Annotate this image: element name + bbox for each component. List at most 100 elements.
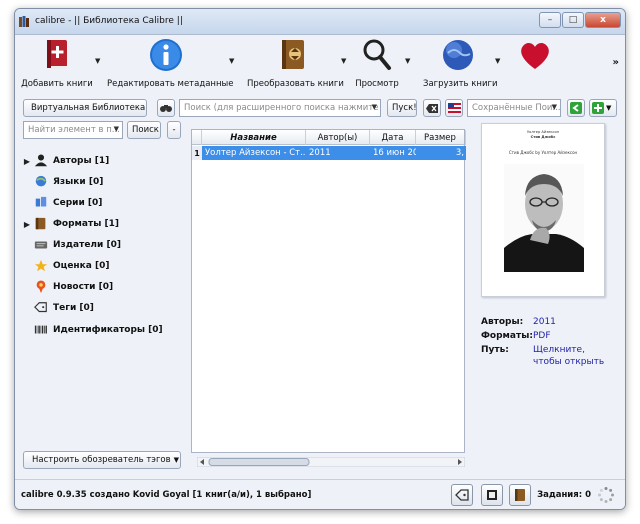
languages-icon bbox=[35, 175, 47, 187]
book-cover[interactable]: Уолтер Айзексон Стив Джобс Стив Джобс by… bbox=[481, 123, 605, 297]
edit-metadata-button[interactable]: Редактировать метаданные bbox=[107, 37, 234, 89]
tag-find-placeholder: Найти элемент в п... bbox=[28, 125, 120, 135]
path-link-1[interactable]: Щелкните, bbox=[533, 345, 585, 355]
close-button[interactable]: x bbox=[585, 12, 621, 28]
authors-link[interactable]: 2011 bbox=[533, 317, 556, 327]
authors-label: Авторы: bbox=[481, 317, 524, 327]
search-go-button[interactable]: Пуск! bbox=[387, 99, 417, 117]
search-history-dropdown[interactable]: ▼ bbox=[372, 103, 377, 111]
title-bar[interactable]: calibre - || Библиотека Calibre || – □ x bbox=[15, 9, 625, 35]
cell-authors[interactable]: 2011 bbox=[306, 146, 370, 160]
spinner-icon bbox=[598, 487, 614, 503]
get-books-dropdown[interactable]: ▼ bbox=[495, 57, 500, 65]
view-dropdown[interactable]: ▼ bbox=[405, 57, 410, 65]
jobs-indicator[interactable]: Задания: 0 bbox=[537, 490, 591, 500]
save-search-button[interactable] bbox=[567, 99, 585, 117]
search-input[interactable]: Поиск (для расширенного поиска нажмите к… bbox=[179, 99, 381, 117]
book-details-toggle-button[interactable] bbox=[509, 484, 531, 506]
convert-books-button[interactable]: Преобразовать книги bbox=[247, 37, 344, 89]
main-toolbar: Добавить книги ▼ Редактировать метаданны… bbox=[15, 35, 625, 93]
barcode-icon bbox=[34, 325, 47, 334]
book-list: Название Автор(ы) Дата Размер 1 Уолтер А… bbox=[191, 129, 466, 453]
tag-find-dropdown[interactable]: ▼ bbox=[114, 125, 119, 133]
formats-link[interactable]: PDF bbox=[533, 331, 551, 341]
tag-category-item[interactable]: Теги [0] bbox=[21, 300, 94, 316]
column-authors[interactable]: Автор(ы) bbox=[306, 130, 370, 145]
tag-category-label: Идентификаторы [0] bbox=[53, 325, 163, 335]
view-button[interactable]: Просмотр bbox=[353, 37, 401, 89]
expand-arrow-icon[interactable]: ▶ bbox=[21, 220, 33, 229]
tag-category-label: Теги [0] bbox=[53, 303, 94, 313]
virtual-library-button[interactable]: Виртуальная Библиотека bbox=[23, 99, 147, 117]
tag-category-label: Форматы [1] bbox=[53, 219, 119, 229]
table-row[interactable]: 1 Уолтер Айзексон - Ст... 2011 16 июн 20… bbox=[192, 146, 466, 160]
edit-metadata-dropdown[interactable]: ▼ bbox=[229, 57, 234, 65]
view-label: Просмотр bbox=[355, 79, 399, 89]
saved-searches-dropdown[interactable]: ▼ bbox=[552, 103, 557, 111]
cell-title[interactable]: Уолтер Айзексон - Ст... bbox=[202, 146, 306, 160]
tag-category-item[interactable]: Оценка [0] bbox=[21, 258, 109, 274]
binoculars-button[interactable] bbox=[157, 99, 175, 117]
search-bar: Виртуальная Библиотека Поиск (для расшир… bbox=[15, 97, 625, 119]
add-books-button[interactable]: Добавить книги bbox=[21, 37, 93, 89]
tag-find-input[interactable]: Найти элемент в п... ▼ bbox=[23, 121, 123, 139]
path-link-2[interactable]: чтобы открыть bbox=[533, 357, 604, 367]
cover-title: Стив Джобс bbox=[530, 135, 556, 139]
tag-icon bbox=[34, 302, 47, 313]
clear-search-button[interactable] bbox=[423, 99, 441, 117]
get-books-button[interactable]: Загрузить книги bbox=[423, 37, 497, 89]
heart-icon bbox=[521, 43, 549, 69]
tag-find-button[interactable]: Поиск bbox=[127, 121, 161, 139]
add-book-icon bbox=[47, 40, 67, 69]
tag-category-item[interactable]: ▶ Форматы [1] bbox=[21, 216, 119, 232]
configure-tag-browser-dropdown[interactable]: ▼ bbox=[174, 456, 179, 464]
book-list-horizontal-scrollbar[interactable] bbox=[197, 457, 465, 467]
column-title[interactable]: Название bbox=[202, 130, 306, 145]
convert-book-icon bbox=[282, 40, 304, 69]
column-size[interactable]: Размер bbox=[416, 130, 466, 145]
column-date[interactable]: Дата bbox=[370, 130, 416, 145]
calibre-app-icon bbox=[19, 16, 29, 27]
convert-books-dropdown[interactable]: ▼ bbox=[341, 57, 346, 65]
magnifier-icon bbox=[363, 39, 391, 70]
tag-category-label: Новости [0] bbox=[53, 282, 114, 292]
globe-icon bbox=[443, 40, 473, 70]
configure-tag-browser-button[interactable]: Настроить обозреватель тэгов ▼ bbox=[23, 451, 181, 469]
tag-category-label: Языки [0] bbox=[53, 177, 104, 187]
expand-arrow-icon[interactable]: ▶ bbox=[21, 157, 33, 166]
toolbar-more-button[interactable]: » bbox=[613, 57, 619, 68]
tag-category-item[interactable]: Издатели [0] bbox=[21, 237, 121, 253]
cell-date[interactable]: 16 июн 2013 bbox=[370, 146, 416, 160]
tag-category-item[interactable]: ▶ Авторы [1] bbox=[21, 153, 109, 169]
cell-size[interactable]: 3, bbox=[416, 146, 466, 160]
green-arrow-icon bbox=[570, 102, 582, 114]
publisher-icon bbox=[34, 241, 48, 249]
add-books-dropdown[interactable]: ▼ bbox=[95, 57, 100, 65]
saved-searches-input[interactable]: Сохранённые Пои... ▼ bbox=[467, 99, 561, 117]
add-saved-search-button[interactable]: ▼ bbox=[589, 99, 617, 117]
formats-icon bbox=[35, 217, 46, 230]
backspace-icon bbox=[426, 103, 438, 113]
tag-category-item[interactable]: Новости [0] bbox=[21, 279, 113, 295]
donate-button[interactable] bbox=[511, 37, 559, 79]
book-list-header: Название Автор(ы) Дата Размер bbox=[192, 130, 466, 145]
saved-searches-placeholder: Сохранённые Пои... bbox=[472, 103, 561, 113]
tag-category-item[interactable]: Языки [0] bbox=[21, 174, 103, 190]
minimize-button[interactable]: – bbox=[539, 12, 561, 28]
highlight-toggle-button[interactable] bbox=[445, 99, 463, 117]
status-text: calibre 0.9.35 создано Kovid Goyal [1 кн… bbox=[21, 490, 312, 500]
cover-grid-toggle-button[interactable] bbox=[481, 484, 503, 506]
tag-category-label: Авторы [1] bbox=[53, 156, 110, 166]
edit-metadata-label: Редактировать метаданные bbox=[107, 79, 234, 89]
tag-collapse-button[interactable]: - bbox=[167, 121, 181, 139]
maximize-button[interactable]: □ bbox=[562, 12, 584, 28]
binoculars-icon bbox=[160, 105, 172, 112]
tag-category-item[interactable]: Серии [0] bbox=[21, 195, 102, 211]
tag-category-item[interactable]: Идентификаторы [0] bbox=[21, 322, 163, 338]
saved-search-actions-dropdown[interactable]: ▼ bbox=[606, 104, 611, 112]
info-icon bbox=[150, 39, 182, 71]
add-books-label: Добавить книги bbox=[21, 79, 93, 89]
cover-caption: Стив Джобс by Уолтер Айзексон bbox=[508, 150, 578, 155]
tag-browser-toggle-button[interactable] bbox=[451, 484, 473, 506]
row-number-header bbox=[192, 130, 202, 145]
